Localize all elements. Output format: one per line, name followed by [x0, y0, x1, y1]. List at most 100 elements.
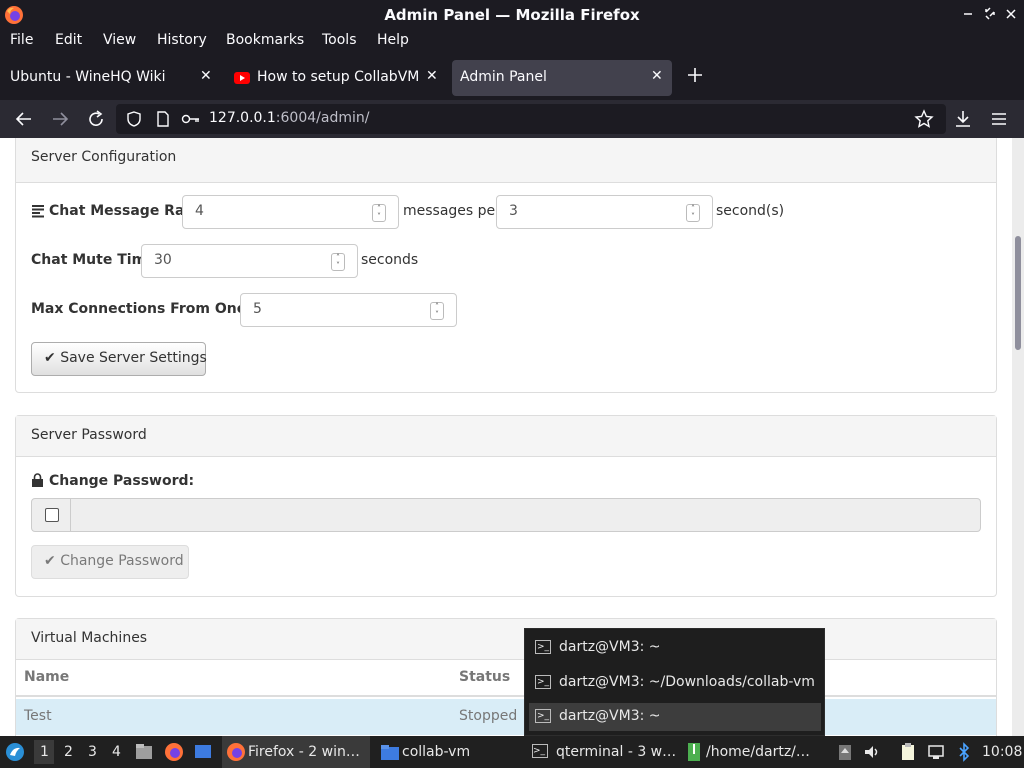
max-connections-input[interactable]: 5 ˄ ˅ [240, 293, 457, 327]
task-qterminal[interactable]: >_ qterminal - 3 w… [528, 736, 676, 768]
downloads-button[interactable] [952, 108, 974, 130]
url-bar[interactable]: 127.0.0.1:6004/admin/ [116, 104, 946, 134]
volume-icon[interactable] [862, 742, 882, 762]
tab-admin-panel[interactable]: Admin Panel ✕ [452, 60, 672, 96]
panel-heading: Server Password [16, 416, 996, 457]
task-firefox[interactable]: Firefox - 2 win… [222, 736, 370, 768]
download-icon [956, 111, 970, 127]
panel-title: Server Password [31, 427, 147, 443]
spinner-icon[interactable]: ˄ ˅ [430, 302, 444, 320]
chat-rate-seconds-input[interactable]: 3 ˄ ˅ [496, 195, 713, 229]
terminal-icon: >_ [532, 744, 548, 758]
save-server-settings-button[interactable]: ✔ Save Server Settings [31, 342, 207, 376]
scrollbar-thumb[interactable] [1015, 236, 1021, 350]
server-config-panel: Server Configuration Chat Message Rate: … [15, 138, 997, 393]
tab-close-icon[interactable]: ✕ [651, 68, 663, 84]
window-list-item-selected[interactable]: >_ dartz@VM3: ~ [529, 703, 821, 731]
list-icon [32, 205, 44, 218]
change-password-label: Change Password: [49, 473, 195, 489]
menu-button[interactable] [988, 108, 1010, 130]
back-button[interactable] [13, 108, 35, 130]
table-row[interactable]: Test Stopped [16, 699, 996, 735]
reload-icon [89, 110, 103, 126]
show-desktop-icon[interactable] [193, 742, 213, 762]
window-list-item[interactable]: >_ dartz@VM3: ~ [529, 634, 821, 662]
menu-view[interactable]: View [103, 32, 136, 48]
workspace-4[interactable]: 4 [112, 744, 121, 760]
input-value: 3 [509, 203, 518, 219]
spinner-icon[interactable]: ˄ ˅ [331, 253, 345, 271]
menu-tools[interactable]: Tools [322, 32, 357, 48]
panel-heading: Virtual Machines [16, 619, 996, 660]
mute-time-input[interactable]: 30 ˄ ˅ [141, 244, 358, 278]
page-scrollbar[interactable] [1012, 138, 1024, 736]
taskbar: 1 2 3 4 Firefox - 2 win… collab-vm >_ qt… [0, 736, 1024, 768]
arrow-left-icon [15, 112, 31, 126]
task-label: qterminal - 3 w… [556, 744, 677, 760]
window-list-popup: >_ dartz@VM3: ~ >_ dartz@VM3: ~/Download… [524, 628, 825, 736]
menu-help[interactable]: Help [377, 32, 409, 48]
maximize-button[interactable] [980, 4, 1000, 24]
column-status: Status [459, 669, 511, 685]
minimize-button[interactable] [958, 4, 978, 24]
plus-icon [688, 68, 702, 82]
vm-status: Stopped [459, 708, 518, 724]
input-value: 30 [154, 252, 172, 268]
tab-close-icon[interactable]: ✕ [426, 68, 438, 84]
bluetooth-icon[interactable] [954, 742, 974, 762]
window-list-label: dartz@VM3: ~ [559, 708, 661, 724]
chat-rate-input[interactable]: 4 ˄ ˅ [182, 195, 399, 229]
shield-icon[interactable] [125, 110, 143, 128]
archive-icon [688, 743, 700, 761]
tab-label: Admin Panel [460, 69, 547, 85]
show-password-checkbox[interactable] [45, 508, 59, 522]
lock-icon [32, 473, 43, 487]
clock[interactable]: 10:08 [982, 744, 1022, 760]
key-icon[interactable] [181, 111, 201, 127]
eject-icon[interactable] [835, 742, 855, 762]
bookmark-star-icon[interactable] [914, 109, 934, 129]
close-icon [1006, 9, 1016, 19]
page-icon[interactable] [155, 110, 171, 128]
workspace-1[interactable]: 1 [40, 744, 49, 760]
file-manager-icon[interactable] [134, 742, 154, 762]
tab-collabvm-video[interactable]: How to setup CollabVM S ✕ [226, 60, 448, 96]
menu-edit[interactable]: Edit [55, 32, 82, 48]
password-field[interactable] [70, 498, 981, 532]
task-file-manager[interactable]: collab-vm [376, 736, 522, 768]
clipboard-icon[interactable] [898, 742, 918, 762]
spinner-icon[interactable]: ˄ ˅ [372, 204, 386, 222]
checkmark-icon: ✔ [44, 350, 56, 366]
url-text[interactable]: 127.0.0.1:6004/admin/ [209, 110, 369, 126]
mute-seconds-suffix: seconds [361, 252, 419, 268]
spinner-icon[interactable]: ˄ ˅ [686, 204, 700, 222]
start-menu-icon[interactable] [5, 742, 25, 762]
terminal-icon: >_ [535, 675, 551, 689]
window-titlebar: Admin Panel — Mozilla Firefox [0, 0, 1024, 30]
workspace-3[interactable]: 3 [88, 744, 97, 760]
new-tab-button[interactable] [684, 64, 706, 86]
workspace-2[interactable]: 2 [64, 744, 73, 760]
window-list-label: dartz@VM3: ~ [559, 639, 661, 655]
task-archive[interactable]: /home/dartz/… [682, 736, 822, 768]
reload-button[interactable] [85, 108, 107, 130]
forward-button[interactable] [49, 108, 71, 130]
navigation-toolbar: 127.0.0.1:6004/admin/ [0, 100, 1024, 138]
minimize-icon [964, 13, 972, 15]
close-window-button[interactable] [1001, 4, 1021, 24]
url-path: :6004/admin/ [275, 110, 370, 126]
arrow-right-icon [53, 112, 69, 126]
menu-history[interactable]: History [157, 32, 207, 48]
tab-close-icon[interactable]: ✕ [200, 68, 212, 84]
virtual-machines-panel: Virtual Machines Name Status Test Stoppe… [15, 618, 997, 736]
change-password-button[interactable]: ✔ Change Password [31, 545, 189, 579]
folder-icon [381, 745, 399, 760]
server-password-panel: Server Password Change Password: ✔ Chang… [15, 415, 997, 597]
button-label: Change Password [60, 553, 184, 569]
menu-bookmarks[interactable]: Bookmarks [226, 32, 304, 48]
window-list-item[interactable]: >_ dartz@VM3: ~/Downloads/collab-vm [529, 669, 821, 697]
menu-file[interactable]: File [10, 32, 33, 48]
tab-winehq[interactable]: Ubuntu - WineHQ Wiki ✕ [0, 60, 224, 96]
network-icon[interactable] [926, 742, 946, 762]
firefox-launcher-icon[interactable] [164, 742, 184, 762]
